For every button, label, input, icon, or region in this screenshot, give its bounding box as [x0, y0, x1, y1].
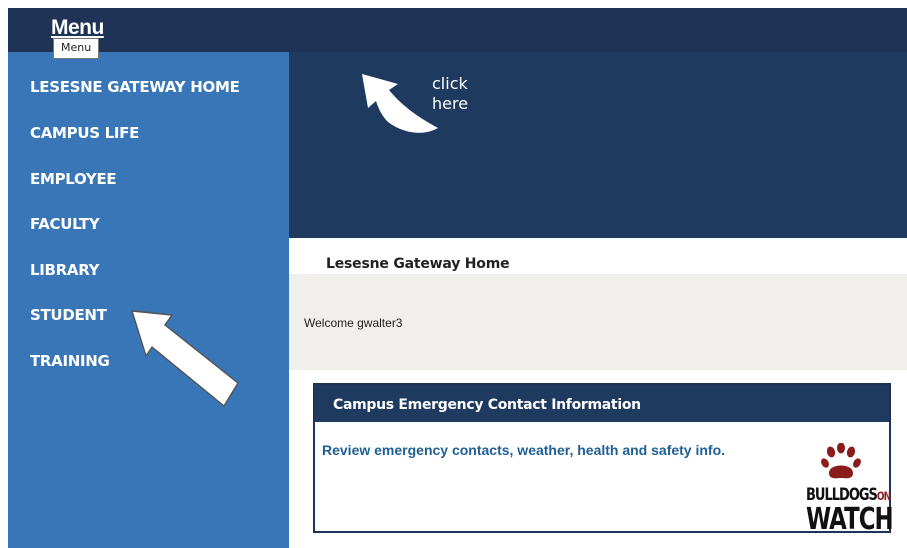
emergency-box-header: Campus Emergency Contact Information: [315, 385, 889, 422]
click-here-line2: here: [432, 94, 469, 113]
paw-print-icon: [821, 443, 861, 479]
welcome-message: Welcome gwalter3: [304, 316, 403, 330]
click-here-line1: click: [432, 74, 468, 93]
logo-wordmark: BULLDOGSON WATCH: [806, 487, 897, 534]
logo-watch-text: WATCH: [806, 501, 894, 537]
sidebar-item-library[interactable]: LIBRARY: [30, 260, 100, 280]
top-bar: [8, 8, 907, 52]
curved-arrow-icon: [362, 74, 438, 133]
emergency-box-title: Campus Emergency Contact Information: [333, 397, 641, 413]
menu-tooltip: Menu: [53, 38, 100, 59]
click-here-label: click here: [432, 74, 492, 114]
menu-toggle[interactable]: Menu: [51, 16, 104, 40]
sidebar-item-employee[interactable]: EMPLOYEE: [30, 169, 117, 189]
gateway-page: Menu Menu LESESNE GATEWAY HOME CAMPUS LI…: [0, 0, 907, 548]
page-title: Lesesne Gateway Home: [326, 256, 510, 272]
sidebar-item-faculty[interactable]: FACULTY: [30, 214, 100, 234]
emergency-contact-box: Campus Emergency Contact Information Rev…: [313, 383, 894, 534]
emergency-info-link[interactable]: Review emergency contacts, weather, heal…: [322, 441, 725, 459]
sidebar-item-campus-life[interactable]: CAMPUS LIFE: [30, 123, 139, 143]
sidebar-item-lesesne-gateway-home[interactable]: LESESNE GATEWAY HOME: [30, 77, 240, 97]
sidebar-item-student[interactable]: STUDENT: [30, 305, 107, 325]
pointer-arrow-icon: [131, 310, 239, 408]
bulldogs-on-watch-logo: BULLDOGSON WATCH: [803, 443, 894, 534]
sidebar-item-training[interactable]: TRAINING: [30, 351, 110, 371]
